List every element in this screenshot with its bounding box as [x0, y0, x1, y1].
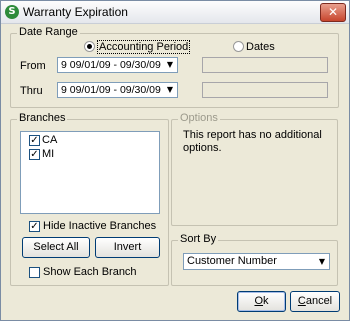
- thru-period-value: 9 09/01/09 - 09/30/09: [61, 84, 161, 96]
- show-each-branch-checkbox[interactable]: [29, 267, 40, 278]
- hide-inactive-checkbox[interactable]: ✓: [29, 221, 40, 232]
- dialog-window: S Warranty Expiration ✕ Date Range Accou…: [0, 0, 350, 321]
- sort-by-label: Sort By: [178, 233, 219, 245]
- date-range-label: Date Range: [17, 26, 80, 38]
- from-date-field: [202, 57, 328, 73]
- accounting-period-radio[interactable]: [84, 41, 95, 52]
- close-icon: ✕: [327, 5, 339, 19]
- sort-by-value: Customer Number: [187, 255, 277, 267]
- invert-button[interactable]: Invert: [95, 237, 160, 258]
- dates-label[interactable]: Dates: [246, 41, 275, 53]
- window-title: Warranty Expiration: [23, 5, 128, 19]
- show-each-branch-label[interactable]: Show Each Branch: [43, 266, 137, 278]
- options-message: This report has no additional options.: [183, 129, 322, 154]
- sort-by-select[interactable]: Customer Number ▼: [183, 253, 330, 270]
- chevron-down-icon[interactable]: ▼: [315, 254, 329, 269]
- cancel-button[interactable]: Cancel: [290, 291, 340, 312]
- chevron-down-icon[interactable]: ▼: [163, 58, 177, 72]
- dates-radio[interactable]: [233, 41, 244, 52]
- chevron-down-icon[interactable]: ▼: [163, 83, 177, 97]
- branches-label: Branches: [17, 112, 68, 124]
- app-icon: S: [5, 5, 19, 19]
- branch-mi-label[interactable]: MI: [42, 148, 54, 160]
- from-label: From: [20, 60, 46, 72]
- thru-label: Thru: [20, 85, 43, 97]
- options-label: Options: [178, 112, 220, 124]
- branch-mi-checkbox[interactable]: ✓: [29, 149, 40, 160]
- from-period-select[interactable]: 9 09/01/09 - 09/30/09 ▼: [57, 57, 178, 73]
- branches-list[interactable]: ✓ CA ✓ MI: [20, 131, 160, 214]
- title-bar[interactable]: S Warranty Expiration ✕: [1, 1, 349, 24]
- branch-ca-label[interactable]: CA: [42, 134, 57, 146]
- branch-ca-checkbox[interactable]: ✓: [29, 135, 40, 146]
- ok-button[interactable]: Ok: [237, 291, 286, 312]
- accounting-period-label[interactable]: Accounting Period: [97, 40, 191, 54]
- close-button[interactable]: ✕: [320, 3, 346, 22]
- hide-inactive-label[interactable]: Hide Inactive Branches: [43, 220, 156, 232]
- thru-period-select[interactable]: 9 09/01/09 - 09/30/09 ▼: [57, 82, 178, 98]
- select-all-button[interactable]: Select All: [22, 237, 90, 258]
- thru-date-field: [202, 82, 328, 98]
- from-period-value: 9 09/01/09 - 09/30/09: [61, 59, 161, 71]
